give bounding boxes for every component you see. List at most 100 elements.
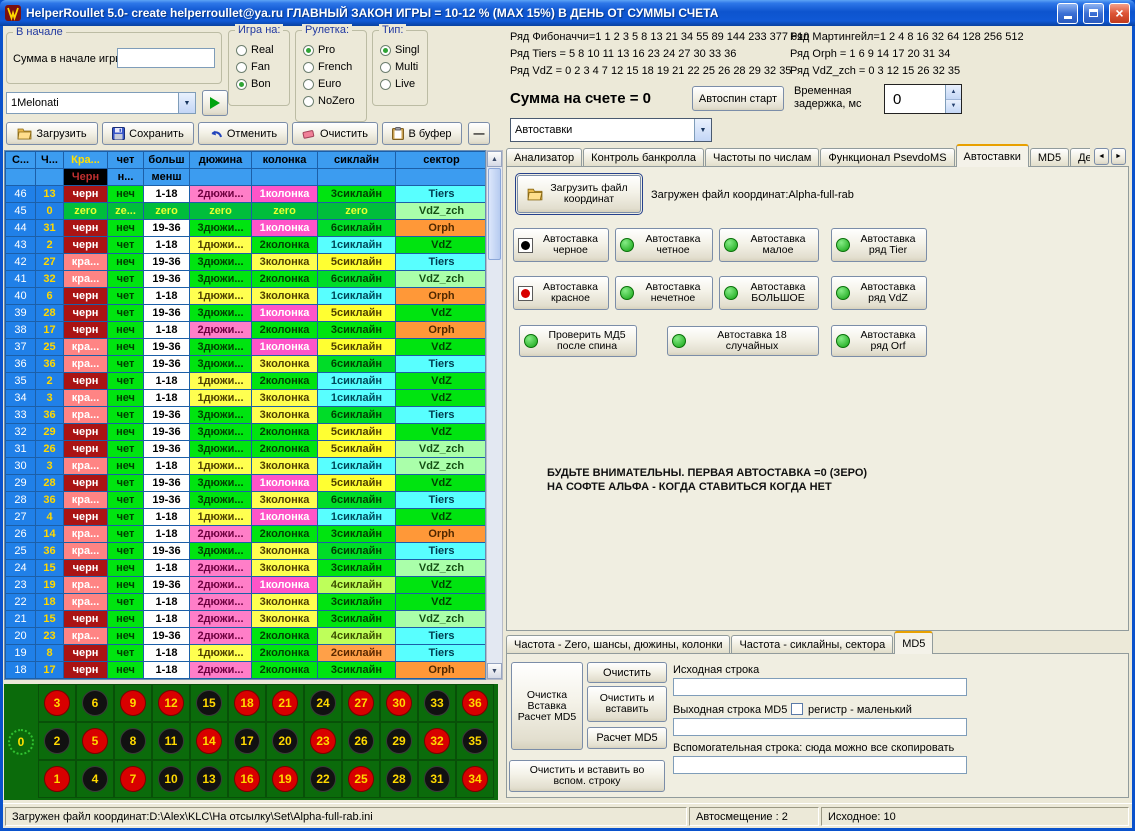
board-number-9[interactable]: 9: [114, 684, 152, 722]
board-number-25[interactable]: 25: [342, 760, 380, 798]
tab-Частота - сиклайны, сектора[interactable]: Частота - сиклайны, сектора: [731, 635, 893, 654]
board-number-20[interactable]: 20: [266, 722, 304, 760]
result-row[interactable]: 352чернчет1-181дюжи...2колонка1сиклайнVd…: [6, 373, 487, 390]
md5-clear-button[interactable]: Очистить: [587, 662, 667, 683]
spinner-down-button[interactable]: ▼: [946, 100, 961, 114]
load-coordinates-button[interactable]: Загрузить файл координат: [517, 175, 641, 213]
autobet-low-button[interactable]: Автоставка малое: [719, 228, 819, 262]
board-number-15[interactable]: 15: [190, 684, 228, 722]
autobet-high-button[interactable]: Автоставка БОЛЬШОЕ: [719, 276, 819, 310]
maximize-button[interactable]: [1083, 3, 1104, 24]
board-number-4[interactable]: 4: [76, 760, 114, 798]
result-row[interactable]: 3126чернчет19-363дюжи...2колонка5сиклайн…: [6, 441, 487, 458]
result-row[interactable]: 4431черннеч19-363дюжи...1колонка6сиклайн…: [6, 220, 487, 237]
tab-MD5[interactable]: MD5: [894, 631, 933, 654]
board-number-12[interactable]: 12: [152, 684, 190, 722]
profile-combobox[interactable]: 1Melonati ▼: [6, 92, 196, 114]
result-row[interactable]: 343кра...неч1-181дюжи...3колонка1сиклайн…: [6, 390, 487, 407]
autobet-vdz-button[interactable]: Автоставка ряд VdZ: [831, 276, 927, 310]
board-number-35[interactable]: 35: [456, 722, 494, 760]
chevron-down-icon[interactable]: ▼: [694, 119, 711, 141]
board-number-21[interactable]: 21: [266, 684, 304, 722]
result-row[interactable]: 450zeroze...zerozerozerozeroVdZ_zch: [6, 203, 487, 220]
radio-option-Pro[interactable]: Pro: [303, 44, 362, 56]
board-number-33[interactable]: 33: [418, 684, 456, 722]
board-number-28[interactable]: 28: [380, 760, 418, 798]
board-number-11[interactable]: 11: [152, 722, 190, 760]
radio-option-Real[interactable]: Real: [236, 44, 285, 56]
board-number-27[interactable]: 27: [342, 684, 380, 722]
tab-Частота - Zero, шансы, дюжины, колонки[interactable]: Частота - Zero, шансы, дюжины, колонки: [506, 635, 730, 654]
board-number-23[interactable]: 23: [304, 722, 342, 760]
save-button[interactable]: Сохранить: [102, 122, 194, 145]
collapse-button[interactable]: —: [468, 122, 490, 145]
output-md5-input[interactable]: [673, 718, 967, 736]
autobet-tier-button[interactable]: Автоставка ряд Tier: [831, 228, 927, 262]
result-row[interactable]: 303кра...неч1-181дюжи...3колонка1сиклайн…: [6, 458, 487, 475]
result-row[interactable]: 3817черннеч1-182дюжи...2колонка3сиклайнO…: [6, 322, 487, 339]
board-number-29[interactable]: 29: [380, 722, 418, 760]
result-row[interactable]: 2319кра...неч19-362дюжи...1колонка4сикла…: [6, 577, 487, 594]
autobet-odd-button[interactable]: Автоставка нечетное: [615, 276, 713, 310]
md5-calc-button[interactable]: Расчет MD5: [587, 727, 667, 749]
board-number-19[interactable]: 19: [266, 760, 304, 798]
undo-button[interactable]: Отменить: [198, 122, 288, 145]
delay-spinner[interactable]: 0 ▲ ▼: [884, 84, 962, 114]
check-md5-after-spin-button[interactable]: Проверить МД5 после спина: [519, 325, 637, 357]
board-number-34[interactable]: 34: [456, 760, 494, 798]
result-row[interactable]: 2218кра...чет1-182дюжи...3колонка3сиклай…: [6, 594, 487, 611]
tab-MD5[interactable]: MD5: [1030, 148, 1069, 167]
radio-option-NoZero[interactable]: NoZero: [303, 95, 362, 107]
tab-Делени[interactable]: Делени: [1070, 148, 1090, 167]
close-button[interactable]: ×: [1109, 3, 1130, 24]
result-row[interactable]: 4132кра...чет19-363дюжи...2колонка6сикла…: [6, 271, 487, 288]
play-button[interactable]: [202, 90, 228, 116]
chevron-down-icon[interactable]: ▼: [178, 93, 195, 113]
radio-option-Multi[interactable]: Multi: [380, 61, 423, 73]
spinner-up-button[interactable]: ▲: [946, 85, 961, 100]
board-number-5[interactable]: 5: [76, 722, 114, 760]
board-number-0[interactable]: 0: [4, 684, 38, 800]
radio-option-Fan[interactable]: Fan: [236, 61, 285, 73]
autobet-orf-button[interactable]: Автоставка ряд Orf: [831, 325, 927, 357]
table-scrollbar[interactable]: ▲ ▼: [486, 150, 503, 680]
board-number-18[interactable]: 18: [228, 684, 266, 722]
lowercase-checkbox[interactable]: [791, 703, 803, 715]
clear-button[interactable]: Очистить: [292, 122, 378, 145]
radio-option-Bon[interactable]: Bon: [236, 78, 285, 90]
autobet-even-button[interactable]: Автоставка четное: [615, 228, 713, 262]
result-row[interactable]: 274чернчет1-181дюжи...1колонка1сиклайнVd…: [6, 509, 487, 526]
tab-Функционал PsevdoMS[interactable]: Функционал PsevdoMS: [820, 148, 954, 167]
radio-option-Euro[interactable]: Euro: [303, 78, 362, 90]
tabs-scroll-left-button[interactable]: ◄: [1094, 148, 1109, 165]
result-row[interactable]: 4227кра...неч19-363дюжи...3колонка5сикла…: [6, 254, 487, 271]
result-row[interactable]: 432чернчет1-181дюжи...2колонка1сиклайнVd…: [6, 237, 487, 254]
clear-paste-aux-button[interactable]: Очистить и вставить во вспом. строку: [509, 760, 665, 792]
board-number-22[interactable]: 22: [304, 760, 342, 798]
board-number-31[interactable]: 31: [418, 760, 456, 798]
result-row[interactable]: 2415черннеч1-182дюжи...3колонка3сиклайнV…: [6, 560, 487, 577]
start-sum-input[interactable]: [117, 48, 215, 68]
autobets-combobox[interactable]: Автоставки ▼: [510, 118, 712, 142]
board-number-26[interactable]: 26: [342, 722, 380, 760]
result-row[interactable]: 1817черннеч1-182дюжи...2колонка3сиклайнO…: [6, 662, 487, 679]
clear-paste-calc-md5-button[interactable]: Очистка Вставка Расчет MD5: [511, 662, 583, 750]
aux-string-input[interactable]: [673, 756, 967, 774]
board-number-32[interactable]: 32: [418, 722, 456, 760]
board-number-3[interactable]: 3: [38, 684, 76, 722]
scroll-up-button[interactable]: ▲: [487, 151, 502, 167]
autobet-black-button[interactable]: Автоставка черное: [513, 228, 609, 262]
scroll-down-button[interactable]: ▼: [487, 663, 502, 679]
to-buffer-button[interactable]: В буфер: [382, 122, 462, 145]
board-number-2[interactable]: 2: [38, 722, 76, 760]
board-number-14[interactable]: 14: [190, 722, 228, 760]
radio-option-Live[interactable]: Live: [380, 78, 423, 90]
tabs-scroll-right-button[interactable]: ►: [1111, 148, 1126, 165]
tab-Контроль банкролла[interactable]: Контроль банкролла: [583, 148, 704, 167]
result-row[interactable]: 2536кра...чет19-363дюжи...3колонка6сикла…: [6, 543, 487, 560]
autobet-red-button[interactable]: Автоставка красное: [513, 276, 609, 310]
result-row[interactable]: 2928чернчет19-363дюжи...1колонка5сиклайн…: [6, 475, 487, 492]
minimize-button[interactable]: [1057, 3, 1078, 24]
result-row[interactable]: 3336кра...чет19-363дюжи...3колонка6сикла…: [6, 407, 487, 424]
result-row[interactable]: 198чернчет1-181дюжи...2колонка2сиклайнTi…: [6, 645, 487, 662]
